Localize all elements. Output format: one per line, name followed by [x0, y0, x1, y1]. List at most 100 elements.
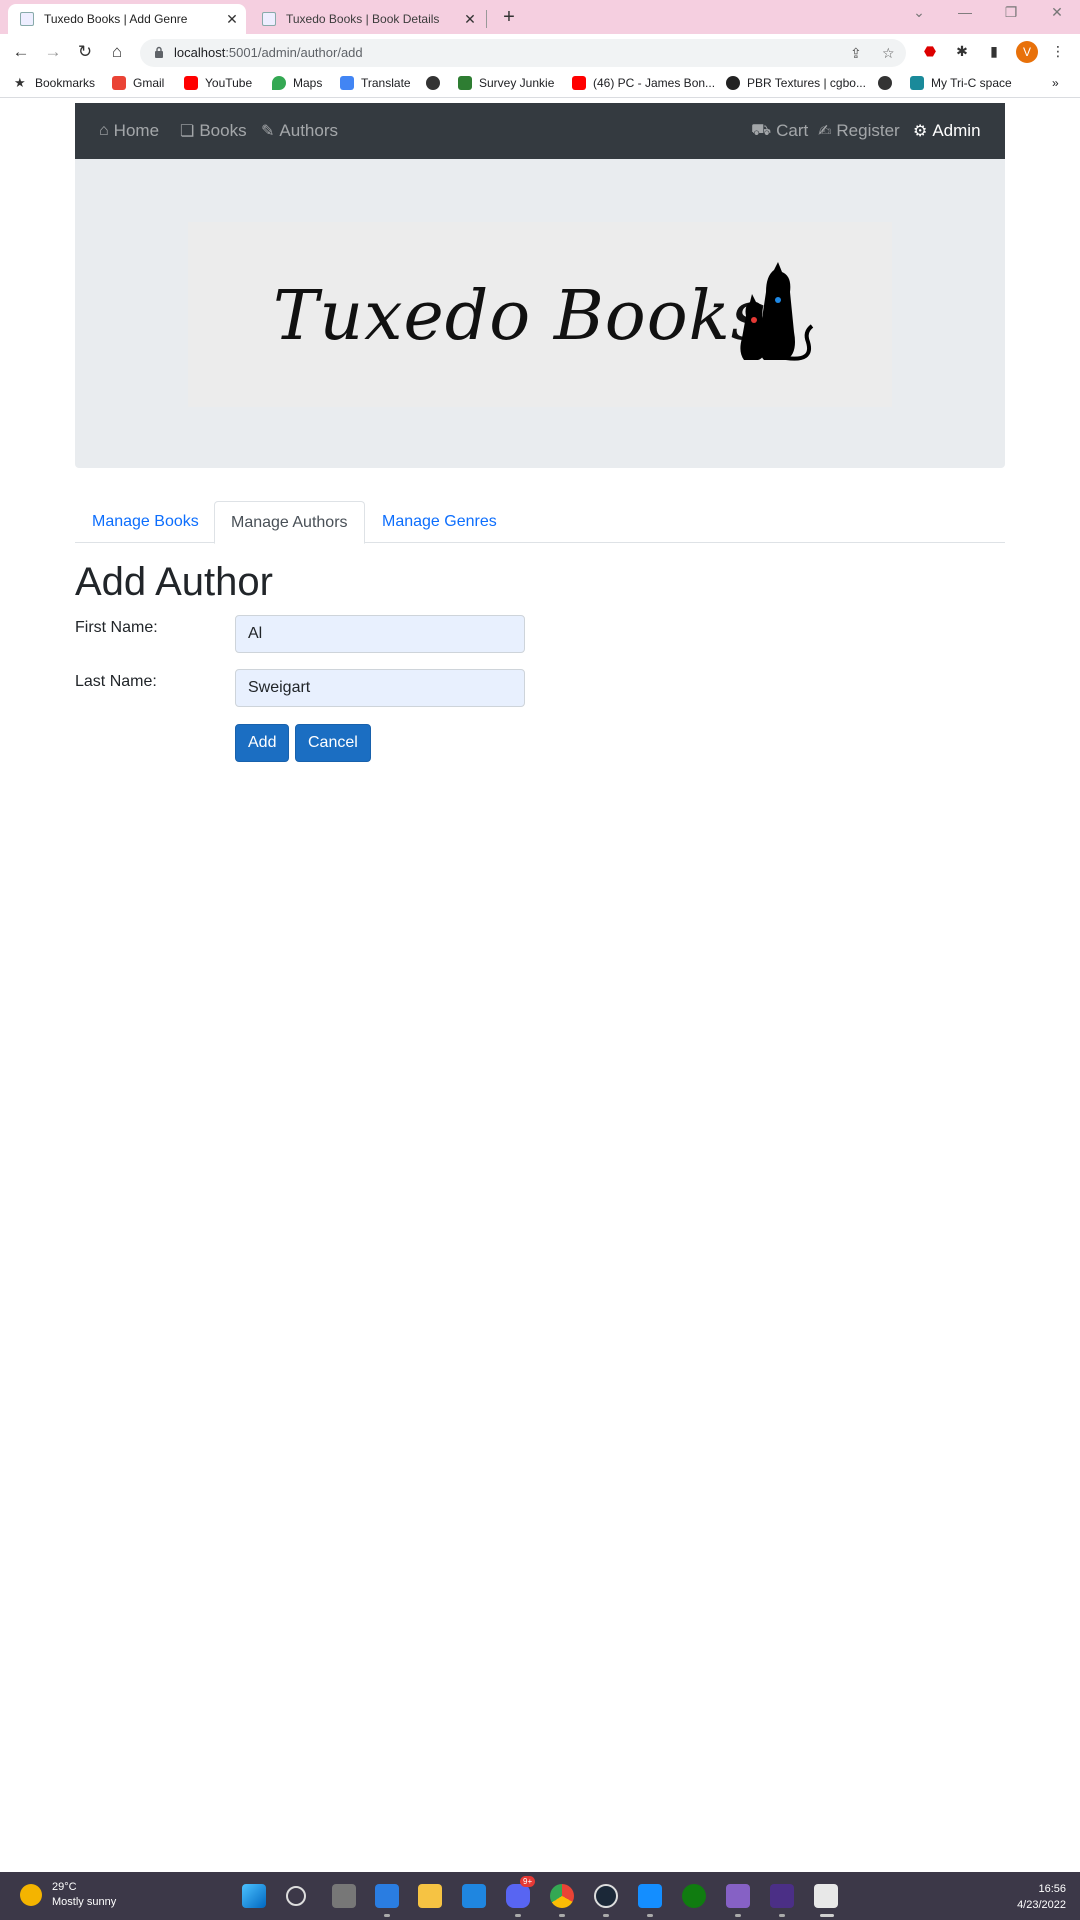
- back-icon[interactable]: ←: [10, 42, 32, 62]
- file-explorer-icon[interactable]: [418, 1884, 442, 1908]
- adblock-extension-icon[interactable]: ⬣: [920, 43, 940, 63]
- restore-icon[interactable]: ❐: [996, 4, 1026, 21]
- close-tab-icon[interactable]: ✕: [460, 11, 480, 28]
- home-icon: ⌂: [99, 122, 109, 139]
- gmail-icon: [112, 76, 126, 90]
- tab-manage-genres[interactable]: Manage Genres: [366, 501, 513, 543]
- start-icon[interactable]: [242, 1884, 266, 1908]
- globe-icon: [426, 76, 440, 90]
- address-bar[interactable]: localhost:5001/admin/author/add ⇪ ☆: [140, 39, 906, 67]
- steam-icon[interactable]: [594, 1884, 618, 1908]
- task-view-icon[interactable]: [332, 1884, 356, 1908]
- last-name-field[interactable]: [235, 669, 525, 707]
- close-window-icon[interactable]: ✕: [1042, 4, 1072, 21]
- bookmark-survey-junkie[interactable]: Survey Junkie: [458, 76, 554, 90]
- edit-icon: ✍: [818, 123, 832, 140]
- clock-time: 16:56: [1038, 1883, 1066, 1895]
- chrome-icon[interactable]: [550, 1884, 574, 1908]
- reload-icon[interactable]: ↻: [74, 42, 96, 62]
- browser-tab-title: Tuxedo Books | Add Genre: [44, 12, 188, 26]
- running-indicator: [735, 1914, 741, 1917]
- bookmark-star-icon[interactable]: ☆: [882, 45, 895, 62]
- bookmarks-bar: ★ Bookmarks Gmail YouTube Maps Translate …: [0, 70, 1080, 98]
- feather-icon: ✎: [261, 123, 275, 140]
- page-favicon-icon: [20, 12, 34, 26]
- bookmark-globe-2[interactable]: [878, 76, 899, 90]
- running-indicator: [384, 1914, 390, 1917]
- search-icon[interactable]: [286, 1886, 306, 1906]
- browser-tab-add-genre[interactable]: Tuxedo Books | Add Genre ✕: [8, 4, 246, 34]
- cancel-button[interactable]: Cancel: [295, 724, 371, 762]
- bookmark-tri-c[interactable]: My Tri-C space: [910, 76, 1012, 90]
- bookmark-youtube[interactable]: YouTube: [184, 76, 252, 90]
- nav-cart[interactable]: ⛟ Cart: [751, 121, 808, 141]
- nav-authors[interactable]: ✎ Authors: [261, 121, 338, 141]
- terminal-icon[interactable]: [770, 1884, 794, 1908]
- nav-register[interactable]: ✍ Register: [818, 121, 900, 141]
- star-icon: ★: [14, 75, 26, 90]
- site-logo: Tuxedo Books: [188, 222, 892, 407]
- tab-manage-authors[interactable]: Manage Authors: [214, 501, 365, 544]
- xbox-icon[interactable]: [682, 1884, 706, 1908]
- add-button[interactable]: Add: [235, 724, 290, 762]
- os-taskbar: 29°C Mostly sunny 9+ 16:56 4/23/2022: [0, 1872, 1080, 1920]
- bookmark-youtube-james-bond[interactable]: (46) PC - James Bon...: [572, 76, 715, 90]
- close-tab-icon[interactable]: ✕: [222, 11, 242, 28]
- side-panel-icon[interactable]: ▮: [984, 43, 1004, 63]
- browser-toolbar: ← → ↻ ⌂ localhost:5001/admin/author/add …: [0, 34, 1080, 70]
- system-clock[interactable]: 16:56 4/23/2022: [1017, 1881, 1066, 1913]
- extensions-puzzle-icon[interactable]: ✱: [952, 43, 972, 63]
- gear-icon: ⚙: [913, 123, 928, 140]
- notification-badge: 9+: [520, 1876, 536, 1887]
- more-bookmarks-icon[interactable]: »: [1052, 76, 1059, 90]
- bookmark-bookmarks[interactable]: ★ Bookmarks: [14, 75, 95, 91]
- lock-icon: [155, 46, 163, 58]
- tri-c-icon: [910, 76, 924, 90]
- snipping-tool-icon[interactable]: [814, 1884, 838, 1908]
- forward-icon[interactable]: →: [42, 42, 64, 62]
- page-favicon-icon: [262, 12, 276, 26]
- minimize-icon[interactable]: —: [950, 4, 980, 20]
- logo-text: Tuxedo Books: [273, 277, 767, 356]
- hero-banner: Tuxedo Books: [75, 159, 1005, 468]
- home-button-icon[interactable]: ⌂: [106, 42, 128, 62]
- first-name-field[interactable]: [235, 615, 525, 653]
- running-indicator: [515, 1914, 521, 1917]
- sun-icon: [20, 1884, 42, 1906]
- nav-books[interactable]: ❏ Books: [180, 121, 247, 141]
- clock-date: 4/23/2022: [1017, 1899, 1066, 1911]
- site-navbar: ⌂ Home ❏ Books ✎ Authors ⛟ Cart ✍ Register ⚙ A…: [75, 103, 1005, 159]
- bookmark-gmail[interactable]: Gmail: [112, 76, 164, 90]
- weather-widget[interactable]: 29°C Mostly sunny: [20, 1880, 116, 1910]
- translate-icon: [340, 76, 354, 90]
- calculator-app-icon[interactable]: [375, 1884, 399, 1908]
- maps-icon: [272, 76, 286, 90]
- cart-icon: ⛟: [751, 122, 772, 139]
- survey-junkie-icon: [458, 76, 472, 90]
- tab-search-chevron-icon[interactable]: ⌄: [904, 4, 934, 21]
- share-icon[interactable]: ⇪: [850, 45, 862, 62]
- bookmark-pbr-textures[interactable]: PBR Textures | cgbo...: [726, 76, 866, 90]
- bookmark-maps[interactable]: Maps: [272, 76, 322, 90]
- url-text: localhost:5001/admin/author/add: [174, 45, 363, 60]
- profile-avatar[interactable]: V: [1016, 41, 1038, 63]
- mail-icon[interactable]: [462, 1884, 486, 1908]
- active-indicator: [820, 1914, 834, 1917]
- bookmark-globe[interactable]: [426, 76, 447, 90]
- new-tab-icon[interactable]: +: [498, 6, 520, 29]
- weather-condition: Mostly sunny: [52, 1896, 117, 1908]
- weather-temperature: 29°C: [52, 1881, 77, 1893]
- running-indicator: [603, 1914, 609, 1917]
- admin-tabs: Manage Books Manage Authors Manage Genre…: [75, 501, 1005, 544]
- browser-tab-book-details[interactable]: Tuxedo Books | Book Details ✕: [250, 4, 484, 34]
- battle-net-icon[interactable]: [638, 1884, 662, 1908]
- bookmark-translate[interactable]: Translate: [340, 76, 411, 90]
- browser-tab-title: Tuxedo Books | Book Details: [286, 12, 440, 26]
- tab-manage-books[interactable]: Manage Books: [76, 501, 215, 543]
- discord-icon[interactable]: [506, 1884, 530, 1908]
- browser-menu-icon[interactable]: ⋮: [1048, 43, 1068, 63]
- visual-studio-icon[interactable]: [726, 1884, 750, 1908]
- nav-home[interactable]: ⌂ Home: [99, 121, 159, 141]
- nav-admin[interactable]: ⚙ Admin: [913, 121, 981, 141]
- youtube-icon: [572, 76, 586, 90]
